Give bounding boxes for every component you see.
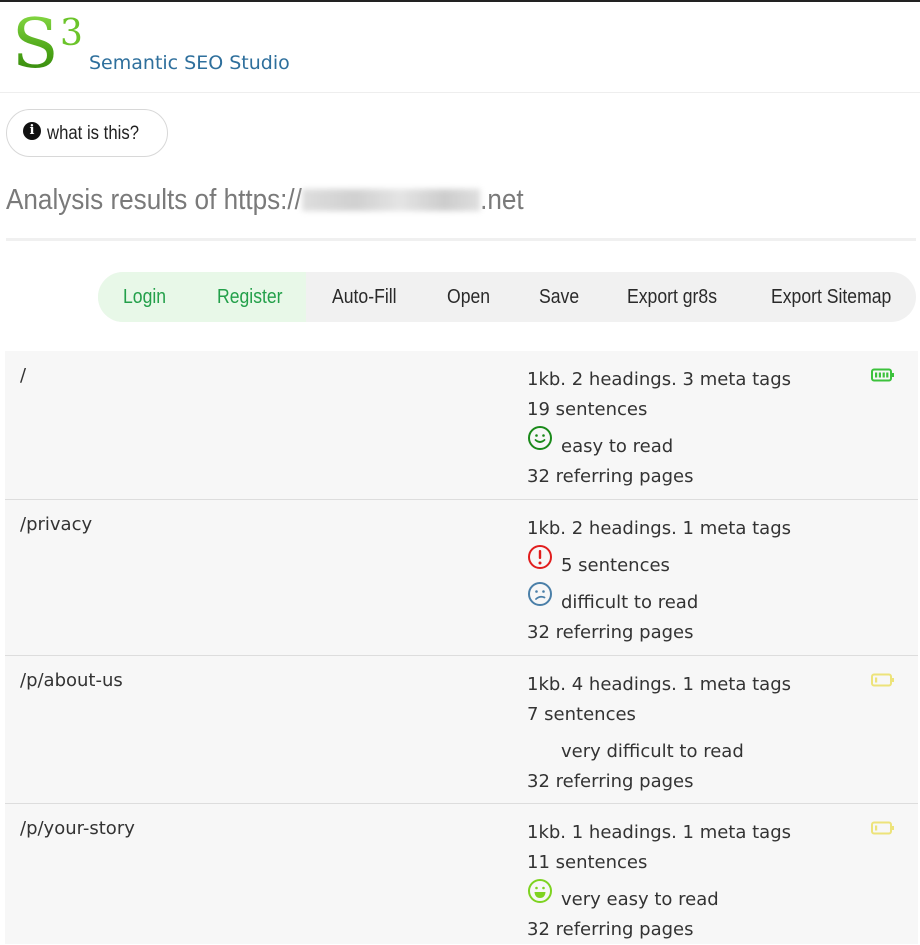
result-summary: 1kb. 2 headings. 3 meta tags	[527, 369, 791, 390]
result-row[interactable]: / 1kb. 2 headings. 3 meta tags 19 senten…	[5, 351, 918, 500]
result-readability: very difficult to read	[561, 741, 744, 762]
results-list: / 1kb. 2 headings. 3 meta tags 19 senten…	[5, 351, 918, 944]
open-button[interactable]: Open	[447, 286, 490, 309]
result-summary: 1kb. 2 headings. 1 meta tags	[527, 518, 791, 539]
result-sentences: 19 sentences	[527, 399, 648, 420]
result-readability-line: easy to read	[527, 425, 791, 462]
grin-icon	[528, 879, 552, 903]
export-gr8s-button[interactable]: Export gr8s	[627, 286, 717, 309]
alert-icon	[528, 545, 552, 569]
result-row[interactable]: /p/your-story 1kb. 1 headings. 1 meta ta…	[5, 804, 918, 944]
confused-icon	[528, 582, 552, 606]
result-sentences: 5 sentences	[561, 555, 670, 576]
battery-low-icon	[871, 821, 894, 835]
result-readability-line: very difficult to read	[527, 730, 791, 767]
result-referring: 32 referring pages	[527, 466, 694, 487]
site-header: S 3 Semantic SEO Studio	[0, 2, 920, 93]
result-row[interactable]: /privacy 1kb. 2 headings. 1 meta tags 5 …	[5, 500, 918, 656]
result-readability: difficult to read	[561, 592, 699, 613]
result-details: 1kb. 1 headings. 1 meta tags 11 sentence…	[527, 818, 791, 945]
logo-letter[interactable]: S	[12, 8, 59, 82]
result-referring: 32 referring pages	[527, 622, 694, 643]
result-readability: very easy to read	[561, 889, 719, 910]
battery-full-icon	[871, 368, 894, 382]
result-sentences: 11 sentences	[527, 852, 648, 873]
result-path[interactable]: /	[20, 365, 26, 386]
save-button[interactable]: Save	[539, 286, 579, 309]
what-is-this-label: what is this?	[47, 123, 140, 144]
result-details: 1kb. 4 headings. 1 meta tags 7 sentences…	[527, 670, 791, 797]
result-path[interactable]: /p/about-us	[20, 670, 123, 691]
app-name[interactable]: Semantic SEO Studio	[89, 52, 290, 74]
result-summary: 1kb. 4 headings. 1 meta tags	[527, 674, 791, 695]
result-path[interactable]: /p/your-story	[20, 818, 135, 839]
page-title-suffix: .net	[480, 184, 524, 216]
redacted-domain	[301, 189, 481, 211]
register-button[interactable]: Register	[217, 286, 283, 309]
page-title: Analysis results of https:// .net	[6, 184, 524, 217]
result-readability-line: difficult to read	[527, 581, 791, 618]
info-icon: i	[23, 122, 41, 140]
action-toolbar: Login Register Auto-Fill Open Save Expor…	[98, 272, 916, 322]
smile-icon	[528, 426, 552, 450]
login-button[interactable]: Login	[123, 286, 166, 309]
result-readability-line: very easy to read	[527, 878, 791, 915]
result-sentences: 7 sentences	[527, 704, 636, 725]
logo-superscript: 3	[60, 13, 83, 54]
result-details: 1kb. 2 headings. 1 meta tags 5 sentences…	[527, 514, 791, 648]
result-referring: 32 referring pages	[527, 771, 694, 792]
result-summary: 1kb. 1 headings. 1 meta tags	[527, 822, 791, 843]
page-title-prefix: Analysis results of https://	[6, 184, 302, 216]
result-sentences-line: 5 sentences	[527, 544, 791, 581]
result-readability: easy to read	[561, 436, 674, 457]
auto-fill-button[interactable]: Auto-Fill	[332, 286, 397, 309]
battery-low-icon	[871, 673, 894, 687]
what-is-this-button[interactable]: i what is this?	[6, 109, 168, 157]
result-referring: 32 referring pages	[527, 919, 694, 940]
result-path[interactable]: /privacy	[20, 514, 92, 535]
title-divider	[6, 238, 916, 241]
export-sitemap-button[interactable]: Export Sitemap	[771, 286, 891, 309]
result-details: 1kb. 2 headings. 3 meta tags 19 sentence…	[527, 365, 791, 492]
result-row[interactable]: /p/about-us 1kb. 4 headings. 1 meta tags…	[5, 656, 918, 804]
